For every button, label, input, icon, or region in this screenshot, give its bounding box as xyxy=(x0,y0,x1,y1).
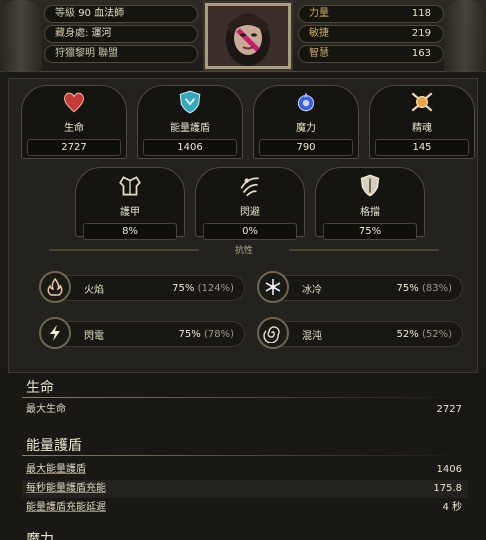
cold-icon xyxy=(257,271,289,303)
row-es-recharge-delay[interactable]: 能量護盾充能延遲 4 秒 xyxy=(22,499,468,517)
evasion-icon xyxy=(240,177,259,197)
hideout-name: 運河 xyxy=(91,28,112,39)
energy-shield-section-title: 能量護盾 xyxy=(26,438,82,454)
lightning-icon xyxy=(39,317,71,349)
mana-section-title: 魔力 xyxy=(26,532,54,540)
fire-icon xyxy=(39,271,71,303)
stat-spirit[interactable]: 精魂 145 xyxy=(375,89,469,156)
attribute-dexterity: 敏捷 219 xyxy=(298,25,444,43)
resist-cold[interactable]: 冰冷 75% (83%) xyxy=(267,275,463,301)
row-max-life[interactable]: 最大生命 2727 xyxy=(22,401,468,419)
level-value: 90 xyxy=(78,8,91,19)
level-label: 等級 xyxy=(55,8,75,19)
stats-panel: 生命 2727 能量護盾 1406 魔力 790 精魂 145 護甲 8% 閃避… xyxy=(8,78,478,373)
resist-fire[interactable]: 火焰 75% (124%) xyxy=(49,275,245,301)
attribute-strength: 力量 118 xyxy=(298,5,444,23)
energy-shield-section-rule xyxy=(22,455,468,456)
stat-energy-shield[interactable]: 能量護盾 1406 xyxy=(143,89,237,156)
statue-ornament-right xyxy=(444,0,486,72)
resist-chaos[interactable]: 混沌 52% (52%) xyxy=(267,321,463,347)
hideout-label: 藏身處: xyxy=(55,28,89,39)
stat-evasion[interactable]: 閃避 0% xyxy=(203,173,297,240)
character-header: 等級 90 血法師 藏身處: 運河 狩獵黎明 聯盟 力量 118 敏捷 219 … xyxy=(0,0,486,72)
life-section-rule xyxy=(22,397,468,398)
hideout-pill[interactable]: 藏身處: 運河 xyxy=(44,25,198,43)
stat-block[interactable]: 格擋 75% xyxy=(323,173,417,240)
stat-mana[interactable]: 魔力 790 xyxy=(259,89,353,156)
life-section-title: 生命 xyxy=(26,380,54,396)
guild-pill[interactable]: 狩獵黎明 聯盟 xyxy=(44,45,198,63)
spirit-icon xyxy=(411,92,433,112)
resist-lightning[interactable]: 閃電 75% (78%) xyxy=(49,321,245,347)
row-max-energy-shield[interactable]: 最大能量護盾 1406 xyxy=(22,461,468,479)
energy-shield-icon xyxy=(179,90,201,114)
block-shield-icon xyxy=(360,174,380,197)
level-class-pill: 等級 90 血法師 xyxy=(44,5,198,23)
row-es-recharge-rate[interactable]: 每秒能量護盾充能 175.8 xyxy=(22,480,468,498)
mana-icon xyxy=(297,92,315,112)
stat-life[interactable]: 生命 2727 xyxy=(27,89,121,156)
details-list: 生命 最大生命 2727 能量護盾 最大能量護盾 1406 每秒能量護盾充能 1… xyxy=(0,373,486,540)
class-name: 血法師 xyxy=(94,8,125,19)
resistance-section-title: 抗性 xyxy=(9,243,479,256)
chaos-icon xyxy=(257,317,289,349)
guild-name: 狩獵黎明 聯盟 xyxy=(55,48,119,59)
statue-ornament-left xyxy=(0,0,42,72)
portrait-image xyxy=(208,6,288,66)
stat-armour[interactable]: 護甲 8% xyxy=(83,173,177,240)
heart-icon xyxy=(64,92,84,113)
character-portrait xyxy=(205,3,291,69)
attribute-intelligence: 智慧 163 xyxy=(298,45,444,63)
armour-icon xyxy=(119,176,141,196)
